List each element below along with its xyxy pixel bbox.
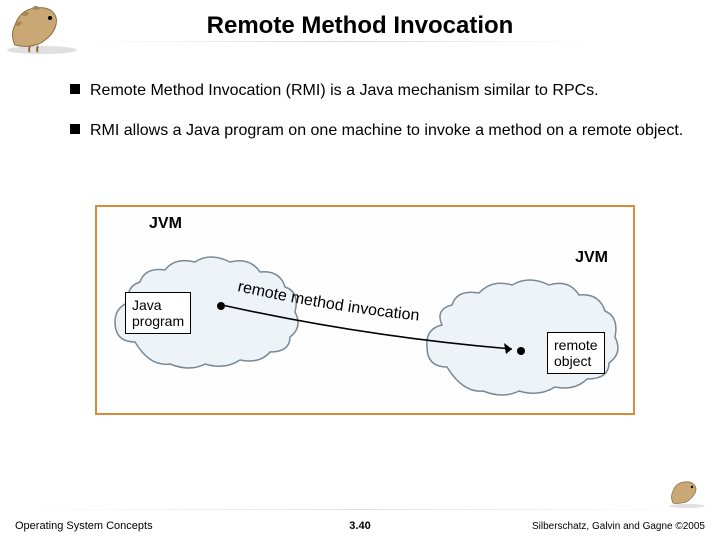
remote-object-box: remote object [547, 332, 605, 374]
list-item: Remote Method Invocation (RMI) is a Java… [70, 80, 690, 102]
java-program-label: Java program [132, 297, 184, 329]
title-underline [85, 41, 595, 42]
bullet-icon [70, 84, 80, 94]
footer-rule [20, 509, 700, 510]
jvm-label-left: JVM [149, 215, 182, 233]
bullet-text: Remote Method Invocation (RMI) is a Java… [90, 80, 599, 102]
bullet-list: Remote Method Invocation (RMI) is a Java… [70, 80, 690, 159]
rmi-arc-label: remote method invocation [232, 279, 512, 339]
rmi-diagram: JVM JVM Java program remote object remot… [95, 205, 635, 415]
jvm-label-right: JVM [575, 249, 608, 267]
svg-text:remote method invocation: remote method invocation [236, 279, 420, 325]
slide-number: 3.40 [349, 520, 370, 532]
page-title: Remote Method Invocation [0, 12, 720, 40]
footer-book-title: Operating System Concepts [15, 520, 153, 532]
footer: Operating System Concepts 3.40 Silbersch… [0, 512, 720, 532]
rmi-text: remote method invocation [236, 279, 420, 325]
java-program-box: Java program [125, 292, 191, 334]
bullet-icon [70, 124, 80, 134]
list-item: RMI allows a Java program on one machine… [70, 120, 690, 142]
remote-object-label: remote object [554, 337, 598, 369]
footer-copyright: Silberschatz, Galvin and Gagne ©2005 [532, 521, 705, 532]
bullet-text: RMI allows a Java program on one machine… [90, 120, 683, 142]
